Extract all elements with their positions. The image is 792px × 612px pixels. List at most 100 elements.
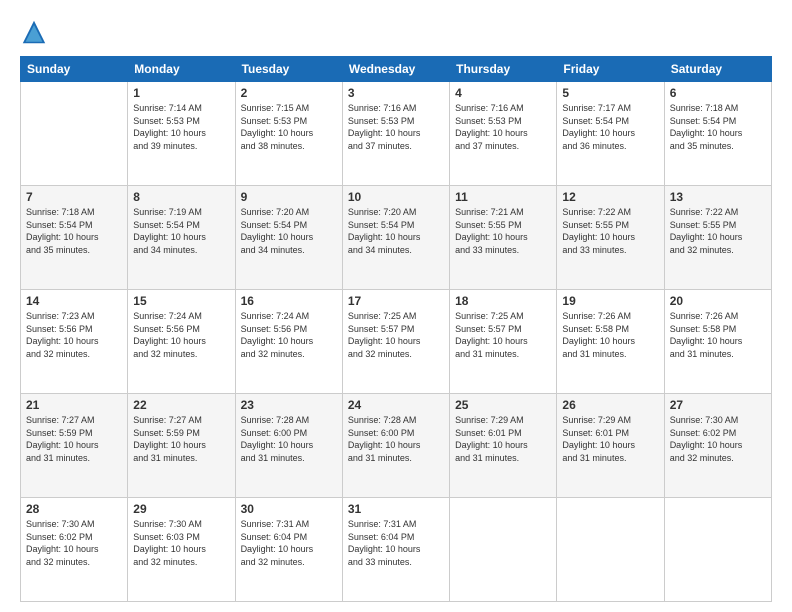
calendar-cell [21, 82, 128, 186]
calendar-cell: 18 Sunrise: 7:25 AM Sunset: 5:57 PM Dayli… [450, 290, 557, 394]
cell-info: Sunrise: 7:23 AM Sunset: 5:56 PM Dayligh… [26, 310, 122, 360]
calendar-cell: 5 Sunrise: 7:17 AM Sunset: 5:54 PM Daylig… [557, 82, 664, 186]
cell-info: Sunrise: 7:22 AM Sunset: 5:55 PM Dayligh… [670, 206, 766, 256]
week-row-2: 7 Sunrise: 7:18 AM Sunset: 5:54 PM Daylig… [21, 186, 772, 290]
calendar-table: SundayMondayTuesdayWednesdayThursdayFrid… [20, 56, 772, 602]
cell-info: Sunrise: 7:19 AM Sunset: 5:54 PM Dayligh… [133, 206, 229, 256]
cell-info: Sunrise: 7:16 AM Sunset: 5:53 PM Dayligh… [455, 102, 551, 152]
day-number: 26 [562, 398, 658, 412]
cell-info: Sunrise: 7:20 AM Sunset: 5:54 PM Dayligh… [241, 206, 337, 256]
cell-info: Sunrise: 7:31 AM Sunset: 6:04 PM Dayligh… [348, 518, 444, 568]
calendar-cell [557, 498, 664, 602]
cell-info: Sunrise: 7:18 AM Sunset: 5:54 PM Dayligh… [26, 206, 122, 256]
day-number: 11 [455, 190, 551, 204]
cell-info: Sunrise: 7:20 AM Sunset: 5:54 PM Dayligh… [348, 206, 444, 256]
day-number: 10 [348, 190, 444, 204]
calendar-cell: 4 Sunrise: 7:16 AM Sunset: 5:53 PM Daylig… [450, 82, 557, 186]
day-number: 1 [133, 86, 229, 100]
week-row-4: 21 Sunrise: 7:27 AM Sunset: 5:59 PM Dayli… [21, 394, 772, 498]
calendar-cell: 15 Sunrise: 7:24 AM Sunset: 5:56 PM Dayli… [128, 290, 235, 394]
cell-info: Sunrise: 7:24 AM Sunset: 5:56 PM Dayligh… [133, 310, 229, 360]
cell-info: Sunrise: 7:21 AM Sunset: 5:55 PM Dayligh… [455, 206, 551, 256]
day-number: 23 [241, 398, 337, 412]
calendar-cell: 30 Sunrise: 7:31 AM Sunset: 6:04 PM Dayli… [235, 498, 342, 602]
calendar-cell: 27Sunrise: 7:30 AM Sunset: 6:02 PM Dayli… [664, 394, 771, 498]
calendar-cell: 23 Sunrise: 7:28 AM Sunset: 6:00 PM Dayli… [235, 394, 342, 498]
week-row-1: 1Sunrise: 7:14 AM Sunset: 5:53 PM Daylig… [21, 82, 772, 186]
cell-info: Sunrise: 7:25 AM Sunset: 5:57 PM Dayligh… [455, 310, 551, 360]
cell-info: Sunrise: 7:28 AM Sunset: 6:00 PM Dayligh… [241, 414, 337, 464]
cell-info: Sunrise: 7:25 AM Sunset: 5:57 PM Dayligh… [348, 310, 444, 360]
day-number: 25 [455, 398, 551, 412]
header [20, 18, 772, 46]
cell-info: Sunrise: 7:31 AM Sunset: 6:04 PM Dayligh… [241, 518, 337, 568]
cell-info: Sunrise: 7:28 AM Sunset: 6:00 PM Dayligh… [348, 414, 444, 464]
day-number: 18 [455, 294, 551, 308]
calendar-cell: 11 Sunrise: 7:21 AM Sunset: 5:55 PM Dayli… [450, 186, 557, 290]
day-number: 22 [133, 398, 229, 412]
calendar-cell: 1Sunrise: 7:14 AM Sunset: 5:53 PM Daylig… [128, 82, 235, 186]
day-number: 12 [562, 190, 658, 204]
day-number: 13 [670, 190, 766, 204]
logo [20, 18, 52, 46]
calendar-cell: 10 Sunrise: 7:20 AM Sunset: 5:54 PM Dayli… [342, 186, 449, 290]
cell-info: Sunrise: 7:30 AM Sunset: 6:03 PM Dayligh… [133, 518, 229, 568]
day-header-sunday: Sunday [21, 57, 128, 82]
calendar-cell: 2 Sunrise: 7:15 AM Sunset: 5:53 PM Daylig… [235, 82, 342, 186]
day-number: 8 [133, 190, 229, 204]
calendar-cell: 16Sunrise: 7:24 AM Sunset: 5:56 PM Dayli… [235, 290, 342, 394]
day-headers-row: SundayMondayTuesdayWednesdayThursdayFrid… [21, 57, 772, 82]
cell-info: Sunrise: 7:16 AM Sunset: 5:53 PM Dayligh… [348, 102, 444, 152]
day-number: 21 [26, 398, 122, 412]
day-number: 6 [670, 86, 766, 100]
calendar-cell: 14 Sunrise: 7:23 AM Sunset: 5:56 PM Dayli… [21, 290, 128, 394]
calendar-cell: 21 Sunrise: 7:27 AM Sunset: 5:59 PM Dayli… [21, 394, 128, 498]
calendar-cell: 20 Sunrise: 7:26 AM Sunset: 5:58 PM Dayli… [664, 290, 771, 394]
day-number: 7 [26, 190, 122, 204]
calendar-cell: 31Sunrise: 7:31 AM Sunset: 6:04 PM Dayli… [342, 498, 449, 602]
day-number: 30 [241, 502, 337, 516]
calendar-cell: 6 Sunrise: 7:18 AM Sunset: 5:54 PM Daylig… [664, 82, 771, 186]
day-number: 29 [133, 502, 229, 516]
calendar-body: 1Sunrise: 7:14 AM Sunset: 5:53 PM Daylig… [21, 82, 772, 602]
week-row-3: 14 Sunrise: 7:23 AM Sunset: 5:56 PM Dayli… [21, 290, 772, 394]
cell-info: Sunrise: 7:27 AM Sunset: 5:59 PM Dayligh… [26, 414, 122, 464]
week-row-5: 28Sunrise: 7:30 AM Sunset: 6:02 PM Dayli… [21, 498, 772, 602]
calendar-cell: 29 Sunrise: 7:30 AM Sunset: 6:03 PM Dayli… [128, 498, 235, 602]
calendar-cell: 12 Sunrise: 7:22 AM Sunset: 5:55 PM Dayli… [557, 186, 664, 290]
day-header-tuesday: Tuesday [235, 57, 342, 82]
day-header-saturday: Saturday [664, 57, 771, 82]
day-number: 15 [133, 294, 229, 308]
logo-icon [20, 18, 48, 46]
day-header-monday: Monday [128, 57, 235, 82]
calendar-cell [450, 498, 557, 602]
cell-info: Sunrise: 7:30 AM Sunset: 6:02 PM Dayligh… [26, 518, 122, 568]
calendar-cell: 9 Sunrise: 7:20 AM Sunset: 5:54 PM Daylig… [235, 186, 342, 290]
day-number: 3 [348, 86, 444, 100]
day-number: 5 [562, 86, 658, 100]
cell-info: Sunrise: 7:22 AM Sunset: 5:55 PM Dayligh… [562, 206, 658, 256]
calendar-cell: 13 Sunrise: 7:22 AM Sunset: 5:55 PM Dayli… [664, 186, 771, 290]
calendar-cell: 22Sunrise: 7:27 AM Sunset: 5:59 PM Dayli… [128, 394, 235, 498]
calendar-cell: 24Sunrise: 7:28 AM Sunset: 6:00 PM Dayli… [342, 394, 449, 498]
day-number: 20 [670, 294, 766, 308]
page: SundayMondayTuesdayWednesdayThursdayFrid… [0, 0, 792, 612]
day-header-thursday: Thursday [450, 57, 557, 82]
day-number: 14 [26, 294, 122, 308]
cell-info: Sunrise: 7:26 AM Sunset: 5:58 PM Dayligh… [670, 310, 766, 360]
cell-info: Sunrise: 7:17 AM Sunset: 5:54 PM Dayligh… [562, 102, 658, 152]
day-number: 17 [348, 294, 444, 308]
day-number: 4 [455, 86, 551, 100]
day-number: 16 [241, 294, 337, 308]
cell-info: Sunrise: 7:29 AM Sunset: 6:01 PM Dayligh… [455, 414, 551, 464]
day-number: 19 [562, 294, 658, 308]
calendar-cell [664, 498, 771, 602]
calendar-cell: 8 Sunrise: 7:19 AM Sunset: 5:54 PM Daylig… [128, 186, 235, 290]
cell-info: Sunrise: 7:15 AM Sunset: 5:53 PM Dayligh… [241, 102, 337, 152]
cell-info: Sunrise: 7:18 AM Sunset: 5:54 PM Dayligh… [670, 102, 766, 152]
day-number: 9 [241, 190, 337, 204]
day-number: 2 [241, 86, 337, 100]
calendar-cell: 7 Sunrise: 7:18 AM Sunset: 5:54 PM Daylig… [21, 186, 128, 290]
day-header-friday: Friday [557, 57, 664, 82]
calendar-cell: 25 Sunrise: 7:29 AM Sunset: 6:01 PM Dayli… [450, 394, 557, 498]
